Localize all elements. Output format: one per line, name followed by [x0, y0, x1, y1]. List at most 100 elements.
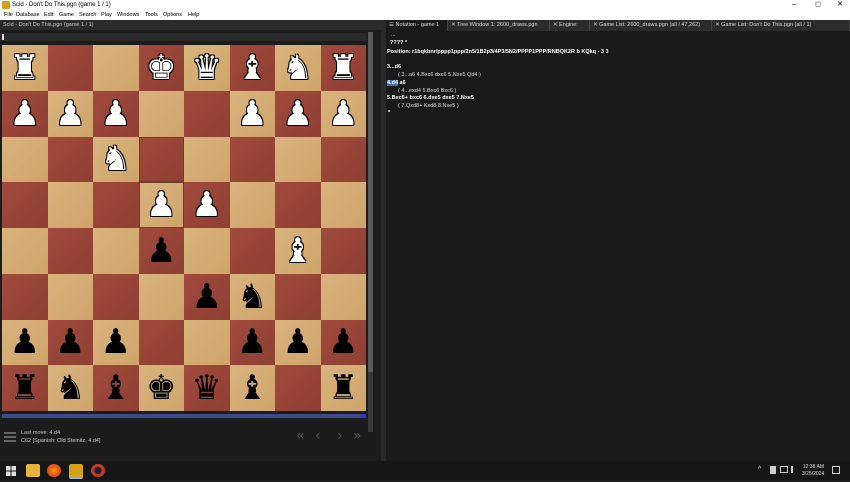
board-square[interactable] — [47, 136, 93, 183]
black-king-icon[interactable]: ♚ — [139, 365, 185, 411]
board-square[interactable] — [138, 319, 184, 366]
board-square[interactable] — [184, 319, 230, 366]
white-knight-icon[interactable]: ♞ — [275, 45, 321, 91]
board-square[interactable] — [275, 365, 321, 411]
board-square[interactable]: ♝ — [229, 45, 276, 91]
menu-search[interactable]: Search — [79, 10, 96, 20]
board-square[interactable] — [138, 90, 184, 137]
board-square[interactable]: ♞ — [275, 45, 321, 91]
board-square[interactable] — [184, 228, 230, 274]
menu-database[interactable]: Database — [16, 10, 40, 20]
nav-last-button[interactable]: » — [353, 428, 362, 444]
board-square[interactable] — [184, 136, 230, 183]
board-vertical-scrollbar[interactable] — [368, 32, 373, 432]
board-square[interactable] — [275, 182, 321, 228]
board-square[interactable] — [184, 90, 230, 137]
black-rook-icon[interactable]: ♜ — [321, 365, 367, 411]
recording-app-icon[interactable] — [91, 464, 105, 477]
notifications-icon[interactable] — [832, 466, 840, 474]
white-knight-icon[interactable]: ♞ — [93, 137, 139, 183]
board-square[interactable]: ♟ — [275, 319, 321, 366]
black-queen-icon[interactable]: ♛ — [184, 365, 230, 411]
white-bishop-icon[interactable]: ♝ — [230, 45, 276, 91]
menu-help[interactable]: Help — [188, 10, 199, 20]
board-square[interactable] — [2, 136, 48, 183]
board-square[interactable] — [93, 273, 139, 320]
move-line-1[interactable]: 3...d6 — [387, 64, 401, 70]
black-bishop-icon[interactable]: ♝ — [93, 365, 139, 411]
board-square[interactable] — [93, 182, 139, 228]
variation-1[interactable]: ( 3...a6 4.Bxc6 dxc6 5.Nxe5 Qd4 ) — [398, 72, 481, 78]
board-square[interactable] — [2, 228, 48, 274]
white-bishop-icon[interactable]: ♝ — [275, 228, 321, 274]
board-square[interactable]: ♟ — [138, 182, 185, 228]
move-line-2[interactable]: 4.d4 a6 — [387, 80, 406, 86]
board-square[interactable]: ♟ — [275, 90, 321, 137]
board-square[interactable] — [320, 182, 366, 228]
white-queen-icon[interactable]: ♛ — [184, 45, 230, 91]
black-pawn-icon[interactable]: ♟ — [2, 320, 48, 366]
black-pawn-icon[interactable]: ♟ — [93, 320, 139, 366]
menu-options[interactable]: Options — [163, 10, 182, 20]
notation-text[interactable]: ... ???? * Position: r1bqkbnr/pppp1ppp/2… — [386, 32, 850, 461]
white-pawn-icon[interactable]: ♟ — [2, 91, 48, 137]
black-pawn-icon[interactable]: ♟ — [184, 274, 230, 320]
board-square[interactable]: ♜ — [2, 45, 48, 91]
black-pawn-icon[interactable]: ♟ — [275, 320, 321, 366]
board-square[interactable] — [275, 273, 321, 320]
board-square[interactable]: ♝ — [229, 365, 276, 411]
hamburger-menu-icon[interactable] — [4, 432, 16, 442]
black-pawn-icon[interactable]: ♟ — [321, 320, 367, 366]
variation-3[interactable]: ( 7.Qxd8+ Kxd8 8.Nxe5 ) — [398, 103, 459, 109]
clock-time[interactable]: 12:38 AM — [802, 464, 824, 470]
board-square[interactable]: ♟ — [47, 319, 94, 366]
volume-icon[interactable] — [791, 466, 800, 473]
white-pawn-icon[interactable]: ♟ — [139, 182, 185, 228]
white-pawn-icon[interactable]: ♟ — [321, 91, 367, 137]
tray-overflow-chevron-icon[interactable]: ^ — [758, 466, 761, 473]
board-square[interactable] — [47, 228, 93, 274]
board-square[interactable]: ♚ — [138, 365, 185, 411]
nav-first-button[interactable]: « — [296, 428, 305, 444]
tab-game-list-draws[interactable]: ✕ Game List: 2600_draws.pgn (all / 47,26… — [590, 20, 712, 31]
menu-game[interactable]: Game — [59, 10, 74, 20]
white-pawn-icon[interactable]: ♟ — [275, 91, 321, 137]
board-square[interactable]: ♜ — [320, 365, 367, 411]
white-king-icon[interactable]: ♚ — [139, 45, 185, 91]
board-square[interactable] — [93, 228, 139, 274]
black-pawn-icon[interactable]: ♟ — [230, 320, 276, 366]
scrollbar-end[interactable] — [362, 414, 366, 418]
white-pawn-icon[interactable]: ♟ — [184, 182, 230, 228]
board-square[interactable] — [229, 228, 275, 274]
board-square[interactable] — [47, 273, 93, 320]
board-square[interactable] — [2, 182, 48, 228]
scid-taskbar-icon[interactable] — [69, 464, 83, 479]
tab-tree-window[interactable]: ✕ Tree Window 1: 2600_draws.pgn — [448, 20, 550, 31]
current-move-highlight[interactable]: 4.d4 — [387, 80, 399, 86]
black-bishop-icon[interactable]: ♝ — [230, 365, 276, 411]
board-square[interactable]: ♟ — [93, 90, 139, 137]
board-square[interactable]: ♚ — [138, 45, 185, 91]
board-square[interactable] — [229, 182, 275, 228]
board-square[interactable] — [47, 182, 93, 228]
white-pawn-icon[interactable]: ♟ — [230, 91, 276, 137]
tab-game-list-dont-do-this[interactable]: ✕ Game List: Don't Do This.pgn (all / 1) — [712, 20, 850, 31]
board-square[interactable]: ♟ — [93, 319, 139, 366]
board-square[interactable]: ♟ — [229, 90, 276, 137]
variation-2[interactable]: ( 4...exd4 5.Bxc6 Bxc6 ) — [398, 88, 456, 94]
black-pawn-icon[interactable]: ♟ — [48, 320, 94, 366]
tab-notation[interactable]: ☰ Notation - game 1 — [386, 20, 448, 31]
board-square[interactable] — [47, 45, 93, 91]
scrollbar-thumb[interactable] — [368, 32, 373, 372]
board-square[interactable] — [275, 136, 321, 183]
white-rook-icon[interactable]: ♜ — [2, 45, 48, 91]
tab-engine[interactable]: ✕ Engine: — [550, 20, 590, 31]
board-square[interactable] — [320, 136, 366, 183]
move-line-2-rest[interactable]: a6 — [398, 80, 406, 86]
board-square[interactable]: ♞ — [93, 136, 139, 183]
board-square[interactable]: ♟ — [2, 90, 48, 137]
board-square[interactable]: ♛ — [184, 45, 230, 91]
windows-start-icon[interactable] — [5, 464, 17, 477]
board-square[interactable]: ♞ — [229, 273, 275, 320]
board-square[interactable] — [229, 136, 275, 183]
